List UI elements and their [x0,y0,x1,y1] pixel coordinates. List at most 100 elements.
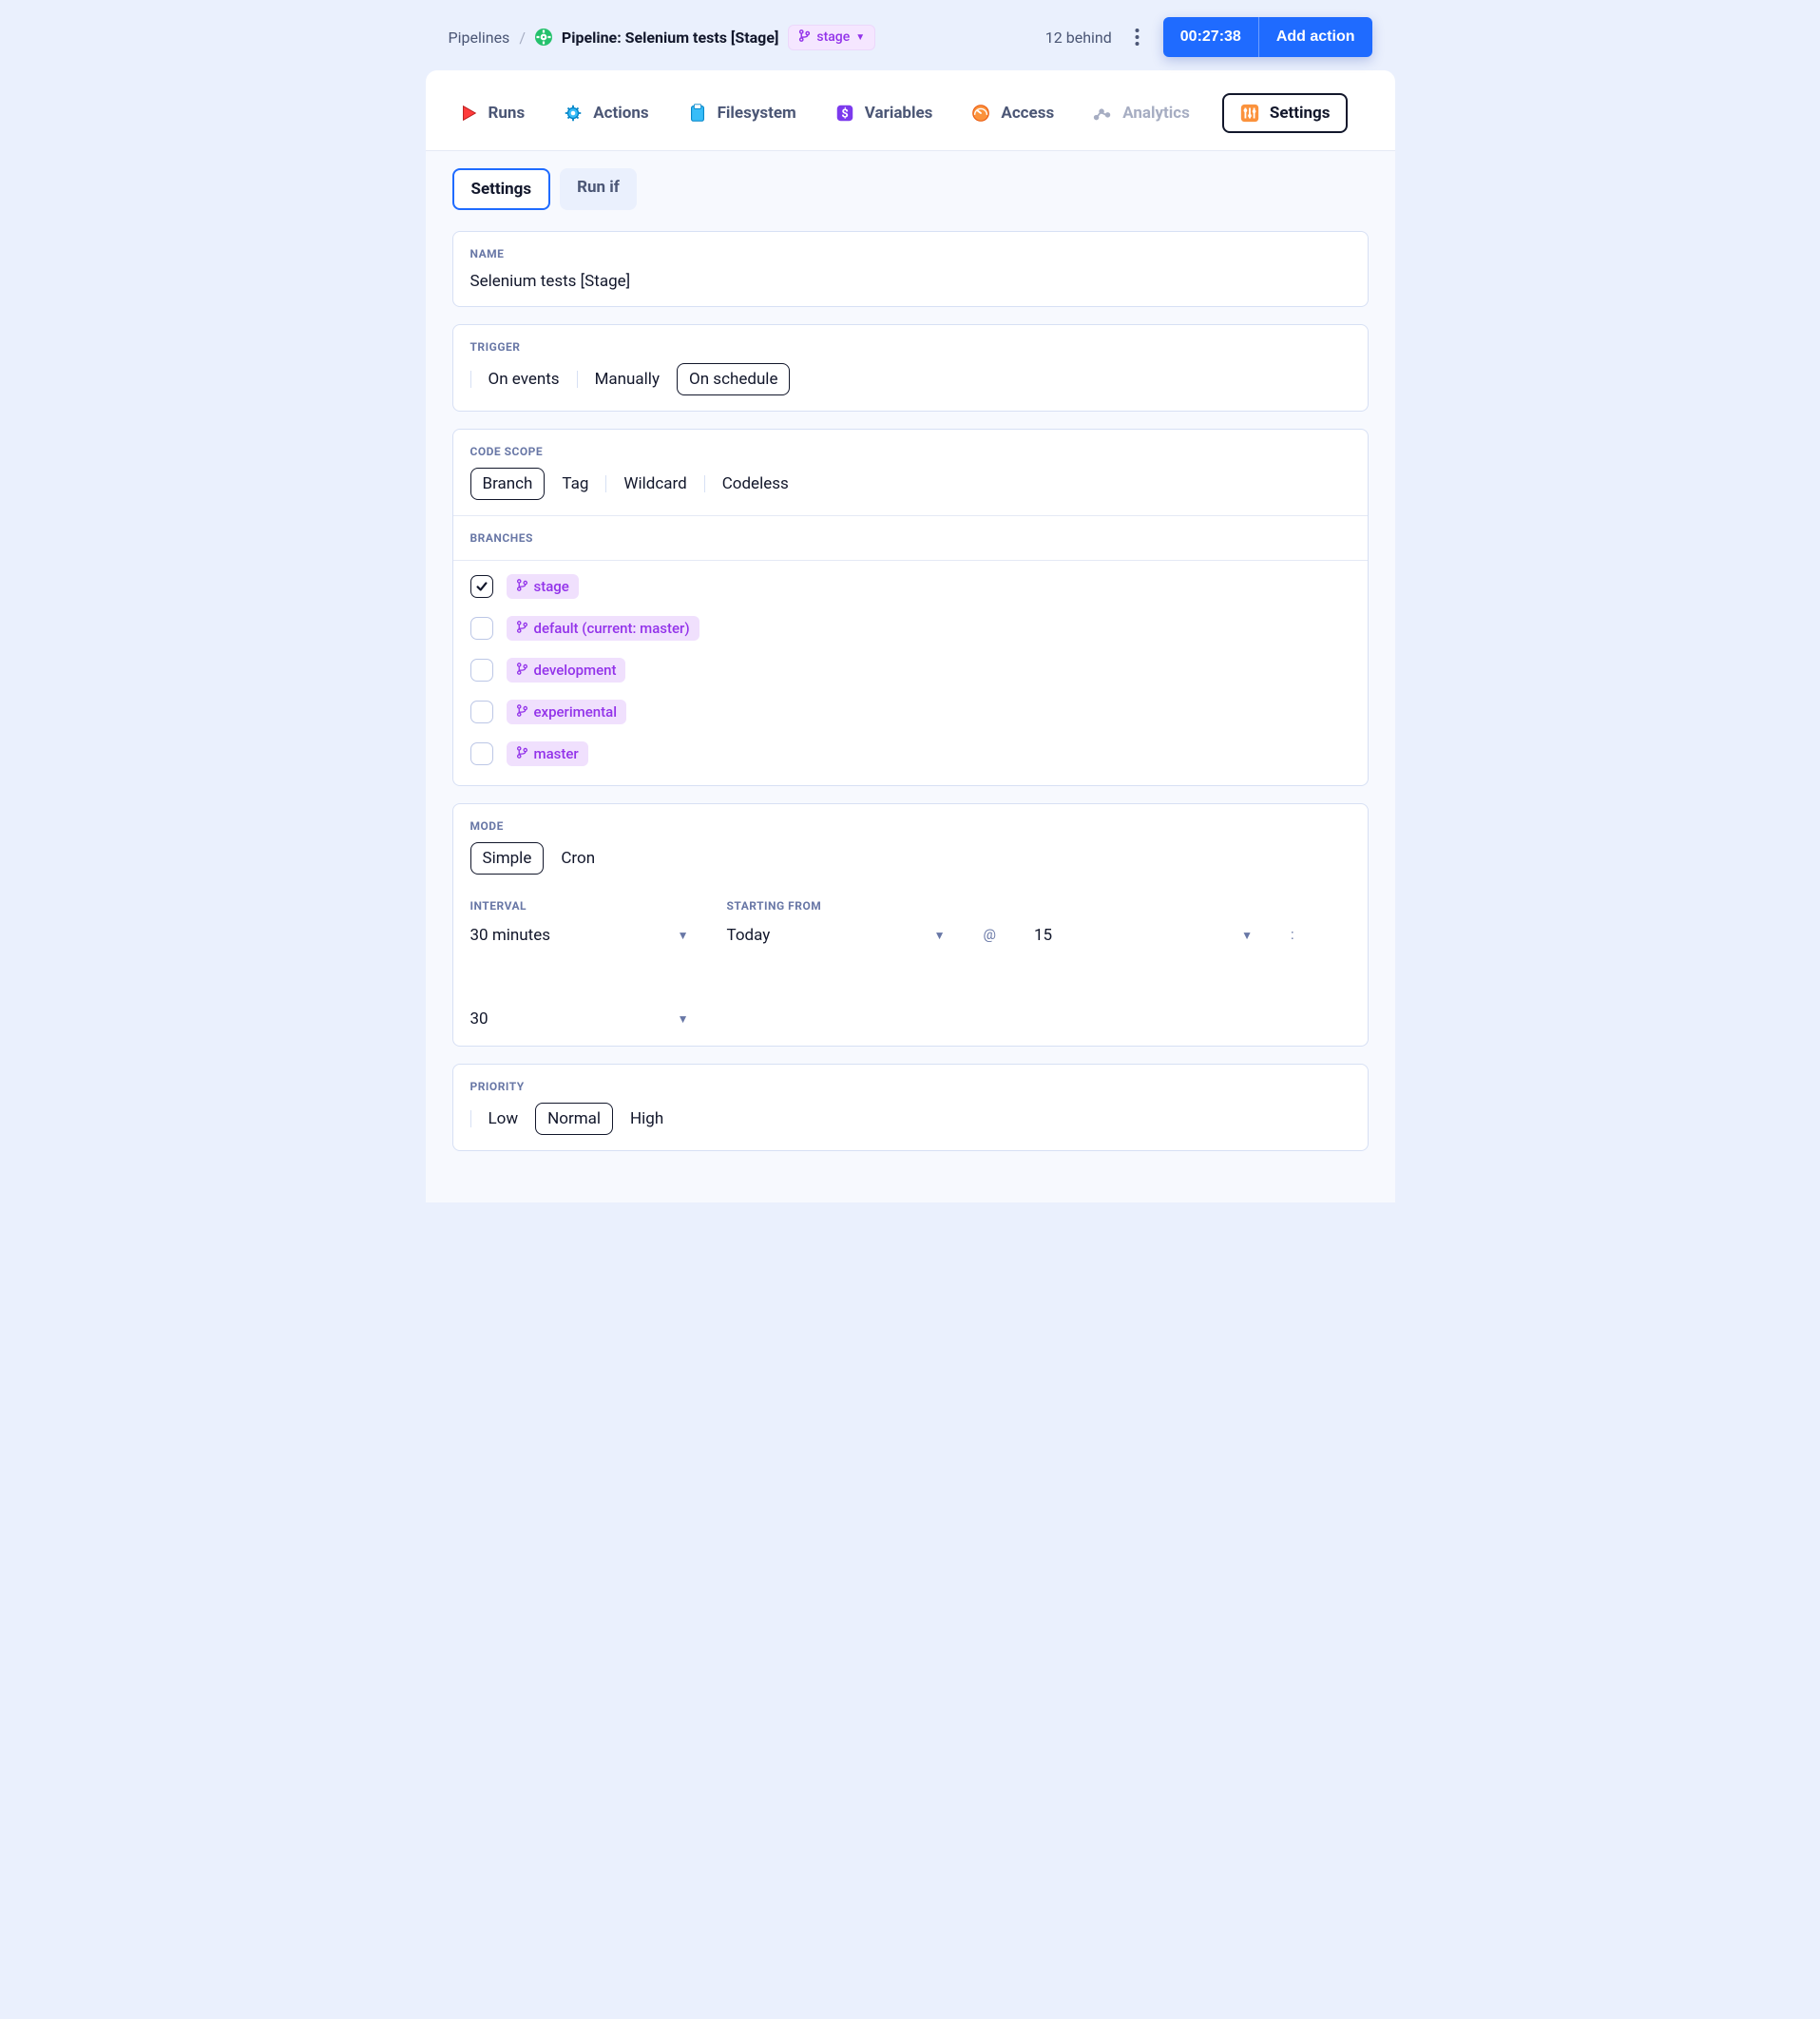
name-input[interactable]: Selenium tests [Stage] [470,270,1351,291]
minute-value: 30 [470,1010,489,1029]
branch-checkbox[interactable] [470,701,493,723]
colon-separator: : [1291,926,1294,945]
branch-checkbox[interactable] [470,742,493,765]
dropdown-icon: ▼ [934,929,946,942]
priority-high[interactable]: High [624,1104,669,1134]
tab-label: Filesystem [718,104,796,123]
branches-list: stage default (current: master) developmen… [453,561,1368,785]
mode-simple[interactable]: Simple [470,842,545,875]
trigger-on-events[interactable]: On events [483,364,565,394]
branch-checkbox[interactable] [470,617,493,640]
scope-branch[interactable]: Branch [470,468,546,500]
branch-name: stage [534,578,569,595]
branch-row: experimental [470,700,1351,724]
hour-value: 15 [1034,926,1052,945]
priority-low[interactable]: Low [483,1104,525,1134]
code-scope-label: CODE SCOPE [470,445,1351,458]
tab-label: Analytics [1122,104,1190,123]
tab-actions[interactable]: Actions [557,95,654,131]
branch-name: default (current: master) [534,620,690,637]
play-icon [458,103,479,124]
trigger-switch: On events Manually On schedule [470,363,1351,395]
mode-switch: Simple Cron [470,842,1351,875]
branch-row: development [470,658,1351,683]
branch-chip[interactable]: default (current: master) [507,616,699,641]
trigger-on-schedule[interactable]: On schedule [677,363,790,395]
page-title: Pipeline: Selenium tests [Stage] [562,29,778,47]
branch-chip[interactable]: experimental [507,700,627,724]
starting-label: STARTING FROM [727,899,946,913]
scope-codeless[interactable]: Codeless [717,469,795,499]
add-action-button[interactable]: Add action [1258,17,1372,57]
dollar-icon: $ [834,103,855,124]
tab-label: Variables [865,104,933,123]
tab-runs[interactable]: Runs [452,95,531,131]
tab-settings[interactable]: Settings [1222,93,1348,133]
tab-analytics[interactable]: Analytics [1086,95,1196,131]
chevron-down-icon: ▼ [855,32,865,43]
git-branch-icon [516,745,528,762]
scope-wildcard[interactable]: Wildcard [618,469,692,499]
branch-row: default (current: master) [470,616,1351,641]
gear-icon [563,103,584,124]
timer-button[interactable]: 00:27:38 [1163,17,1258,57]
branch-checkbox[interactable] [470,659,493,682]
dropdown-icon: ▼ [1241,929,1253,942]
git-branch-icon [516,620,528,637]
git-branch-icon [516,578,528,595]
git-branch-icon [516,703,528,721]
branch-selector-label: stage [816,29,850,45]
interval-label: INTERVAL [470,899,689,913]
code-scope-switch: Branch Tag Wildcard Codeless [470,468,1351,500]
tab-variables[interactable]: $ Variables [829,95,939,131]
clipboard-icon [687,103,708,124]
gauge-icon [970,103,991,124]
breadcrumb: Pipelines / Pipeline: Selenium tests [St… [449,25,876,50]
tab-access[interactable]: Access [965,95,1060,131]
minute-select[interactable]: 30 ▼ [470,1010,689,1029]
tab-label: Settings [1270,104,1331,123]
branch-name: experimental [534,703,618,721]
more-menu-button[interactable] [1125,25,1150,49]
priority-label: PRIORITY [470,1080,1351,1093]
project-icon [535,29,552,46]
priority-normal[interactable]: Normal [535,1103,613,1135]
subtab-settings[interactable]: Settings [452,168,551,210]
svg-text:$: $ [841,107,848,122]
branch-chip[interactable]: stage [507,574,579,599]
branch-chip[interactable]: development [507,658,626,683]
tab-filesystem[interactable]: Filesystem [681,95,802,131]
name-label: NAME [470,247,1351,260]
breadcrumb-root[interactable]: Pipelines [449,29,510,47]
mode-label: MODE [470,819,1351,833]
starting-select[interactable]: Today ▼ [727,926,946,945]
analytics-icon [1092,103,1113,124]
branch-chip[interactable]: master [507,741,588,766]
mode-cron[interactable]: Cron [555,843,601,874]
trigger-manually[interactable]: Manually [589,364,665,394]
branch-checkbox[interactable] [470,575,493,598]
sliders-icon [1239,103,1260,124]
main-tabs: Runs Actions Filesystem $ Variables Acce… [452,93,1369,133]
branch-row: stage [470,574,1351,599]
breadcrumb-sep: / [519,29,526,47]
scope-tag[interactable]: Tag [556,469,594,499]
tab-label: Access [1001,104,1054,123]
branch-name: development [534,662,617,679]
hour-select[interactable]: 15 ▼ [1034,926,1253,945]
behind-count[interactable]: 12 behind [1045,29,1112,47]
dropdown-icon: ▼ [678,929,689,942]
interval-value: 30 minutes [470,926,550,945]
git-branch-icon [798,29,811,46]
starting-value: Today [727,926,771,945]
interval-select[interactable]: 30 minutes ▼ [470,926,689,945]
tab-label: Runs [489,104,526,123]
dropdown-icon: ▼ [678,1012,689,1026]
priority-switch: Low Normal High [470,1103,1351,1135]
tab-label: Actions [593,104,648,123]
trigger-label: TRIGGER [470,340,1351,354]
branch-selector[interactable]: stage ▼ [788,25,875,50]
subtab-run-if[interactable]: Run if [560,168,637,210]
branch-name: master [534,745,579,762]
branches-label: BRANCHES [470,531,1351,545]
